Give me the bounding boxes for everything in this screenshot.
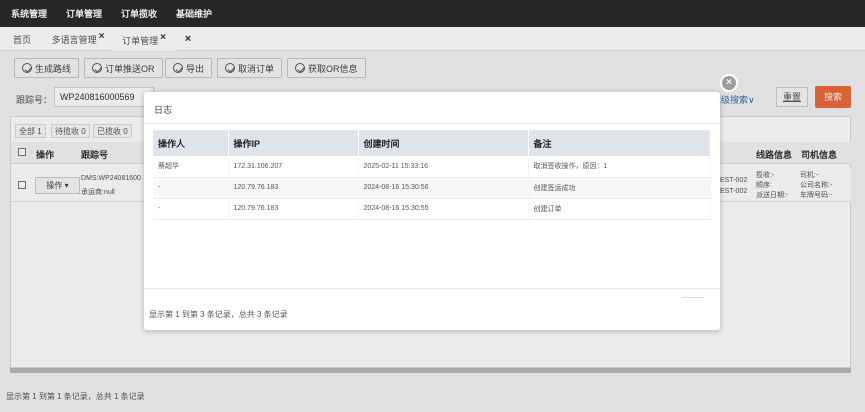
ip-cell: 120.79.76.183 bbox=[228, 177, 359, 199]
column-header-created-time: 创建时间 bbox=[358, 130, 529, 156]
column-header-operator: 操作人 bbox=[153, 130, 229, 156]
ip-cell: 120.79.76.183 bbox=[228, 198, 359, 220]
operator-cell: - bbox=[153, 198, 229, 220]
operator-cell: 蔡超华 bbox=[153, 156, 229, 178]
column-header-ip: 操作IP bbox=[228, 130, 359, 156]
time-cell: 2025-02-11 15:33:16 bbox=[358, 156, 529, 178]
remark-cell: 创建订单 bbox=[528, 198, 711, 220]
table-row: 蔡超华 172.31.106.207 2025-02-11 15:33:16 取… bbox=[153, 156, 711, 178]
table-row: - 120.79.76.183 2024-08-16 15:30:55 创建订单 bbox=[153, 198, 711, 220]
log-table-header: 操作人 操作IP 创建时间 备注 bbox=[153, 130, 711, 156]
divider bbox=[144, 123, 720, 124]
log-modal: 日志 操作人 操作IP 创建时间 备注 蔡超华 172.31.106.207 2… bbox=[144, 92, 720, 330]
log-table: 操作人 操作IP 创建时间 备注 蔡超华 172.31.106.207 2025… bbox=[153, 130, 711, 220]
time-cell: 2024-08-16 15:30:56 bbox=[358, 177, 529, 199]
column-header-remark: 备注 bbox=[528, 130, 711, 156]
table-row: - 120.79.76.183 2024-08-16 15:30:56 创建签运… bbox=[153, 177, 711, 199]
divider bbox=[144, 288, 720, 289]
time-cell: 2024-08-16 15:30:55 bbox=[358, 198, 529, 220]
operator-cell: - bbox=[153, 177, 229, 199]
ip-cell: 172.31.106.207 bbox=[228, 156, 359, 178]
close-icon[interactable]: × bbox=[720, 74, 738, 92]
modal-pagination-summary: 显示第 1 到第 3 条记录，总共 3 条记录 bbox=[149, 310, 288, 319]
divider bbox=[682, 297, 704, 298]
remark-cell: 取消签收操作，原因：1 bbox=[528, 156, 711, 178]
remark-cell: 创建签运成功 bbox=[528, 177, 711, 199]
modal-title: 日志 bbox=[154, 105, 173, 115]
